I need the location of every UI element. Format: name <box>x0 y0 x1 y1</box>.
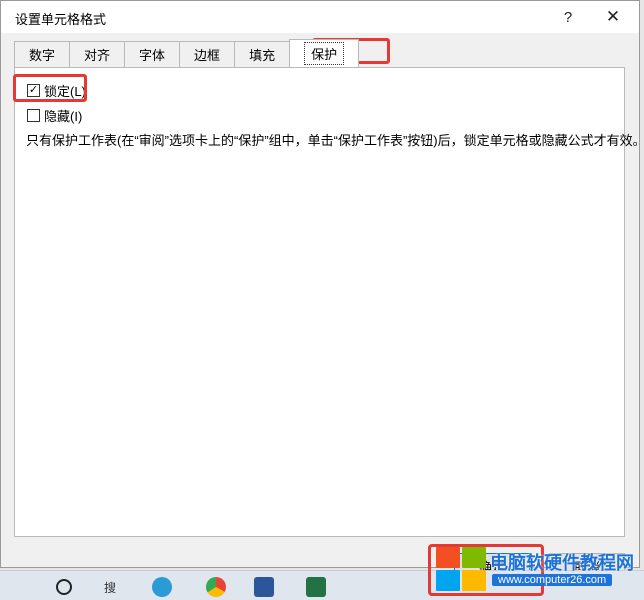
hide-label: 隐藏(I) <box>44 109 83 124</box>
tab-font[interactable]: 字体 <box>124 41 181 67</box>
hide-checkbox-row[interactable]: 隐藏(I) <box>27 106 82 125</box>
hide-checkbox[interactable] <box>27 109 40 122</box>
watermark-url: www.computer26.com <box>492 574 613 586</box>
format-cells-dialog: 设置单元格格式 ? ✕ 数字 对齐 字体 边框 填充 保护 ✓ 锁定(L) 隐藏… <box>0 0 644 579</box>
windows-logo-icon <box>436 547 486 591</box>
tab-strip: 数字 对齐 字体 边框 填充 保护 <box>14 39 360 68</box>
word-icon[interactable] <box>254 577 274 597</box>
close-button[interactable]: ✕ <box>598 3 628 31</box>
edge-icon[interactable] <box>152 577 172 597</box>
tab-number[interactable]: 数字 <box>14 41 71 67</box>
tab-fill[interactable]: 填充 <box>234 41 291 67</box>
screen: 设置单元格格式 ? ✕ 数字 对齐 字体 边框 填充 保护 ✓ 锁定(L) 隐藏… <box>0 0 644 600</box>
protection-panel: ✓ 锁定(L) 隐藏(I) 只有保护工作表(在“审阅”选项卡上的“保护”组中，单… <box>14 67 644 537</box>
chrome-icon[interactable] <box>206 577 226 597</box>
taskbar-search-text: 搜 <box>104 581 117 595</box>
dialog-title: 设置单元格格式 <box>15 12 107 27</box>
title-bar: 设置单元格格式 ? ✕ <box>1 1 639 33</box>
lock-checkbox-highlight <box>13 74 87 102</box>
protection-note: 只有保护工作表(在“审阅”选项卡上的“保护”组中，单击“保护工作表”按钮)后，锁… <box>26 133 644 148</box>
tab-protection[interactable]: 保护 <box>289 39 360 67</box>
watermark-name: 电脑软硬件教程网 <box>490 553 634 573</box>
tab-alignment[interactable]: 对齐 <box>69 41 126 67</box>
help-button[interactable]: ? <box>553 3 583 31</box>
tab-border[interactable]: 边框 <box>179 41 236 67</box>
search-icon[interactable] <box>56 579 72 595</box>
excel-icon[interactable] <box>306 577 326 597</box>
